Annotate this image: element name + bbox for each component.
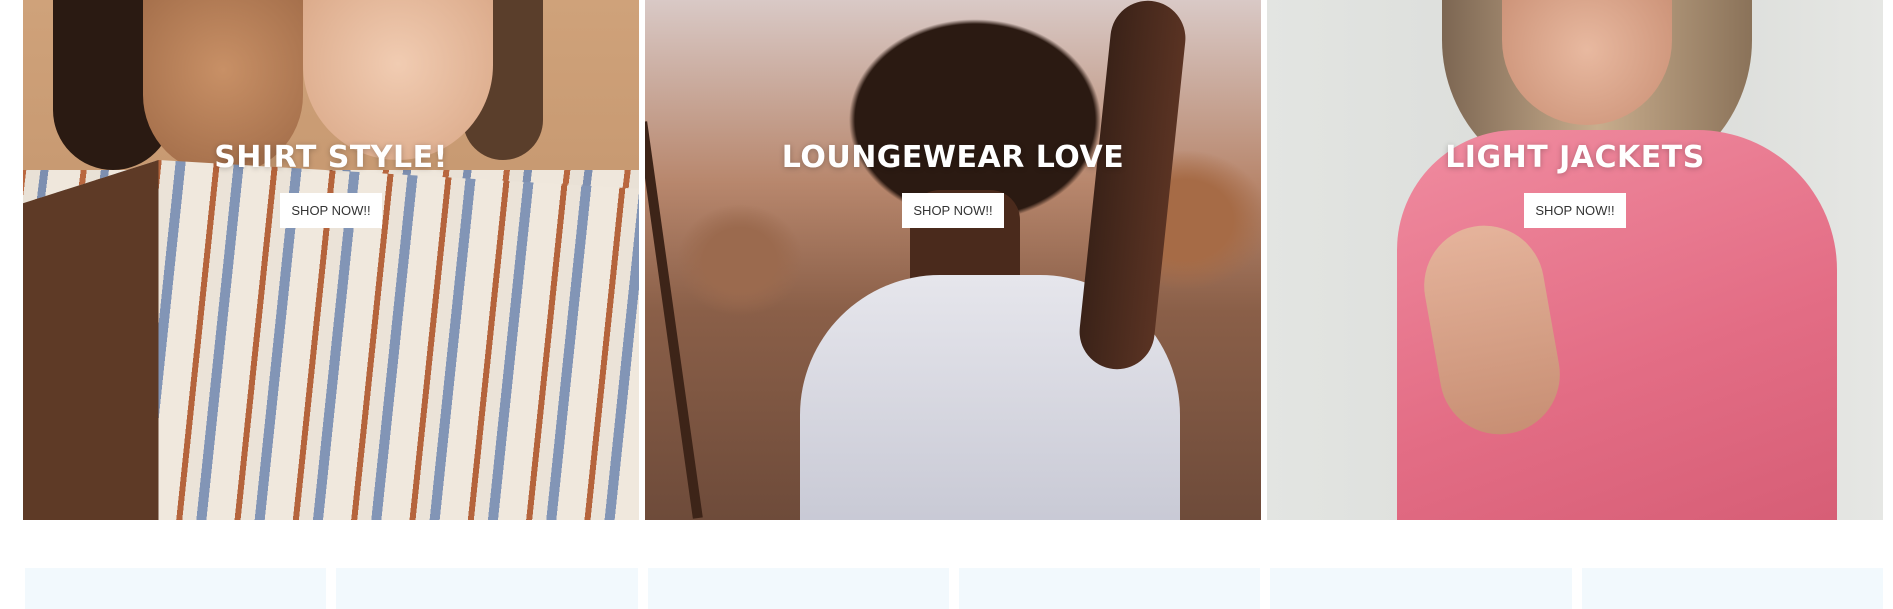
page: SHIRT STYLE! SHOP NOW!! LOUNGEWEAR LOVE …	[0, 0, 1893, 609]
banner-overlay: LIGHT JACKETS SHOP NOW!!	[1267, 140, 1883, 228]
banner-shirt-style[interactable]: SHIRT STYLE! SHOP NOW!!	[23, 0, 639, 520]
banner-photo-light-jackets	[1267, 0, 1883, 520]
banner-light-jackets[interactable]: LIGHT JACKETS SHOP NOW!!	[1267, 0, 1883, 520]
shop-now-button[interactable]: SHOP NOW!!	[1524, 193, 1626, 228]
banner-loungewear-love[interactable]: LOUNGEWEAR LOVE SHOP NOW!!	[645, 0, 1261, 520]
banner-photo-shirt-style	[23, 0, 639, 520]
product-tiles-row	[25, 568, 1883, 609]
product-tile[interactable]	[1581, 568, 1883, 609]
product-tile[interactable]	[336, 568, 638, 609]
photo-detail	[303, 0, 493, 160]
category-banners: SHIRT STYLE! SHOP NOW!! LOUNGEWEAR LOVE …	[23, 0, 1883, 520]
product-tile[interactable]	[25, 568, 327, 609]
product-tile[interactable]	[647, 568, 949, 609]
banner-title: LIGHT JACKETS	[1445, 140, 1705, 175]
product-tile[interactable]	[1270, 568, 1572, 609]
banner-title: LOUNGEWEAR LOVE	[781, 140, 1125, 175]
banner-overlay: SHIRT STYLE! SHOP NOW!!	[23, 140, 639, 228]
banner-overlay: LOUNGEWEAR LOVE SHOP NOW!!	[645, 140, 1261, 228]
product-tile[interactable]	[958, 568, 1261, 609]
banner-photo-loungewear-love	[645, 0, 1261, 520]
shop-now-button[interactable]: SHOP NOW!!	[902, 193, 1004, 228]
banner-title: SHIRT STYLE!	[214, 140, 448, 175]
shop-now-button[interactable]: SHOP NOW!!	[280, 193, 382, 228]
